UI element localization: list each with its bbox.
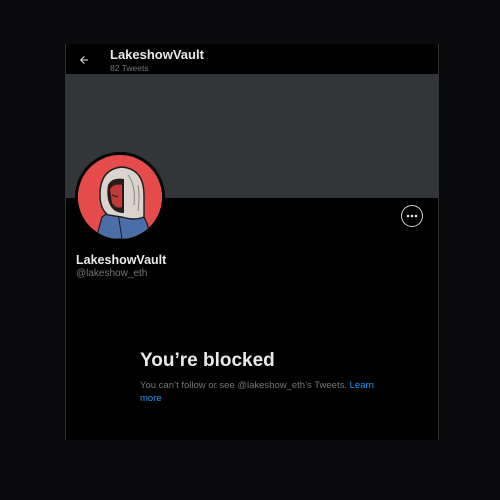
more-options-button[interactable]	[401, 205, 423, 227]
profile-page: LakeshowVault 82 Tweets LakeshowVault @l…	[65, 44, 439, 440]
header-title: LakeshowVault	[110, 47, 204, 62]
blocked-message: You can’t follow or see @lakeshow_eth’s …	[140, 380, 380, 405]
profile-handle: @lakeshow_eth	[76, 268, 148, 279]
hooded-figure-icon	[78, 155, 162, 239]
back-button[interactable]	[76, 52, 92, 68]
avatar[interactable]	[75, 152, 165, 242]
blocked-title: You’re blocked	[140, 350, 275, 371]
tweet-count: 82 Tweets	[110, 63, 149, 73]
arrow-left-icon	[80, 56, 88, 64]
avatar-image	[78, 155, 162, 239]
blocked-message-text: You can’t follow or see @lakeshow_eth’s …	[140, 380, 347, 391]
ellipsis-icon	[406, 214, 418, 218]
top-bar: LakeshowVault 82 Tweets	[66, 44, 438, 74]
profile-display-name: LakeshowVault	[76, 253, 167, 267]
